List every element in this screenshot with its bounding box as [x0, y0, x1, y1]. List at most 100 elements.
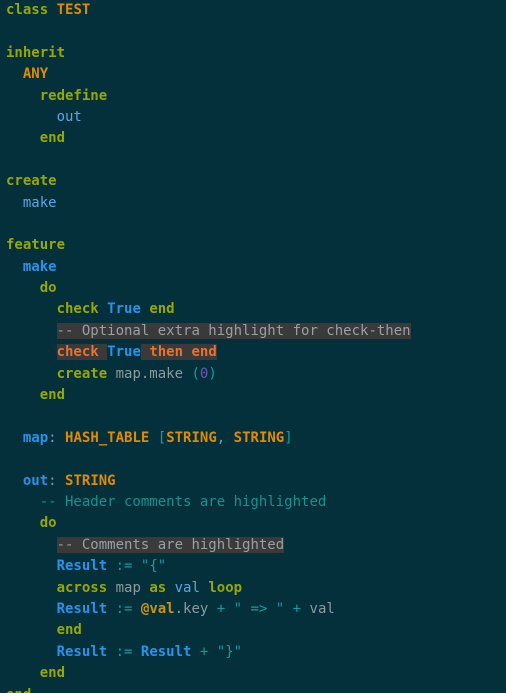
keyword-do: do	[39, 515, 57, 532]
quote: "	[275, 600, 285, 617]
keyword-end: end	[39, 665, 66, 682]
comment-highlighted: -- Comments are highlighted	[56, 536, 285, 553]
keyword-result: Result	[56, 558, 108, 575]
operator-assign: :=	[115, 558, 133, 575]
feature-definition-out: out	[22, 472, 49, 489]
code-line: across map as val loop	[6, 578, 506, 599]
bracket-close: ]	[284, 429, 293, 446]
paren-open: (	[191, 365, 200, 382]
code-line: out	[6, 107, 506, 128]
quote: "	[157, 558, 167, 575]
operator-assign: :=	[115, 600, 133, 617]
keyword-end-highlighted: end	[191, 344, 217, 361]
code-line: class TEST	[6, 0, 506, 21]
keyword-create: create	[56, 365, 108, 382]
feature-definition-map: map	[22, 429, 49, 446]
keyword-end: end	[39, 387, 66, 404]
code-line: create map.make (0)	[6, 364, 506, 385]
comment-header: -- Header comments are highlighted	[39, 493, 327, 510]
class-name-hash-table: HASH_TABLE	[65, 429, 150, 446]
call-map-make: map.make	[115, 365, 184, 382]
cursor-reference-at-val: @val	[140, 600, 175, 617]
keyword-as: as	[149, 579, 167, 596]
paren-close: )	[208, 365, 217, 382]
keyword-result: Result	[140, 643, 192, 660]
code-line: check True end	[6, 299, 506, 320]
code-line: inherit	[6, 43, 506, 64]
keyword-check-highlighted: check	[56, 344, 99, 361]
code-line: create	[6, 171, 506, 192]
keyword-then-highlighted: then	[149, 344, 184, 361]
code-line: end	[6, 685, 506, 693]
class-name-test: TEST	[56, 2, 91, 18]
code-line: end	[6, 385, 506, 406]
class-name-any: ANY	[22, 66, 49, 83]
code-line: Result := @val.key + " => " + val	[6, 599, 506, 620]
code-line: -- Optional extra highlight for check-th…	[6, 321, 506, 342]
keyword-redefine: redefine	[39, 87, 108, 104]
operator-plus: +	[292, 600, 302, 617]
call-key: .key	[174, 600, 209, 617]
keyword-class: class	[6, 2, 49, 18]
class-name-string: STRING	[166, 429, 217, 446]
quote: "	[233, 600, 243, 617]
keyword-check: check	[56, 301, 99, 318]
keyword-result: Result	[56, 600, 108, 617]
code-line: make	[6, 257, 506, 278]
code-line: -- Header comments are highlighted	[6, 492, 506, 513]
identifier-val: val	[309, 600, 335, 617]
string-literal: {	[149, 558, 158, 575]
code-line: feature	[6, 235, 506, 256]
code-line: Result := Result + "}"	[6, 642, 506, 663]
literal-true: True	[107, 344, 141, 361]
code-line: make	[6, 193, 506, 214]
string-literal: }	[225, 643, 234, 660]
operator-plus: +	[216, 600, 226, 617]
code-line: Result := "{"	[6, 556, 506, 577]
class-name-string: STRING	[233, 429, 285, 446]
code-line: redefine	[6, 86, 506, 107]
keyword-end: end	[6, 687, 31, 693]
colon: :	[48, 472, 57, 489]
code-line: end	[6, 663, 506, 684]
bracket-open: [	[157, 429, 167, 446]
code-line: out: STRING	[6, 471, 506, 492]
quote: "	[233, 643, 243, 660]
code-editor-pane[interactable]: class TEST inherit ANY redefine out end …	[0, 0, 506, 693]
feature-definition-make: make	[22, 258, 57, 275]
string-literal: =>	[242, 600, 276, 617]
feature-make: make	[22, 194, 57, 211]
keyword-across: across	[56, 579, 108, 596]
code-line: end	[6, 128, 506, 149]
code-line: check True then end	[6, 342, 506, 363]
comma: ,	[216, 429, 226, 446]
operator-assign: :=	[115, 643, 133, 660]
keyword-end: end	[149, 301, 175, 318]
quote: "	[216, 643, 226, 660]
colon: :	[48, 429, 57, 446]
keyword-end: end	[39, 130, 66, 147]
keyword-do: do	[39, 280, 57, 297]
keyword-end: end	[56, 622, 82, 639]
